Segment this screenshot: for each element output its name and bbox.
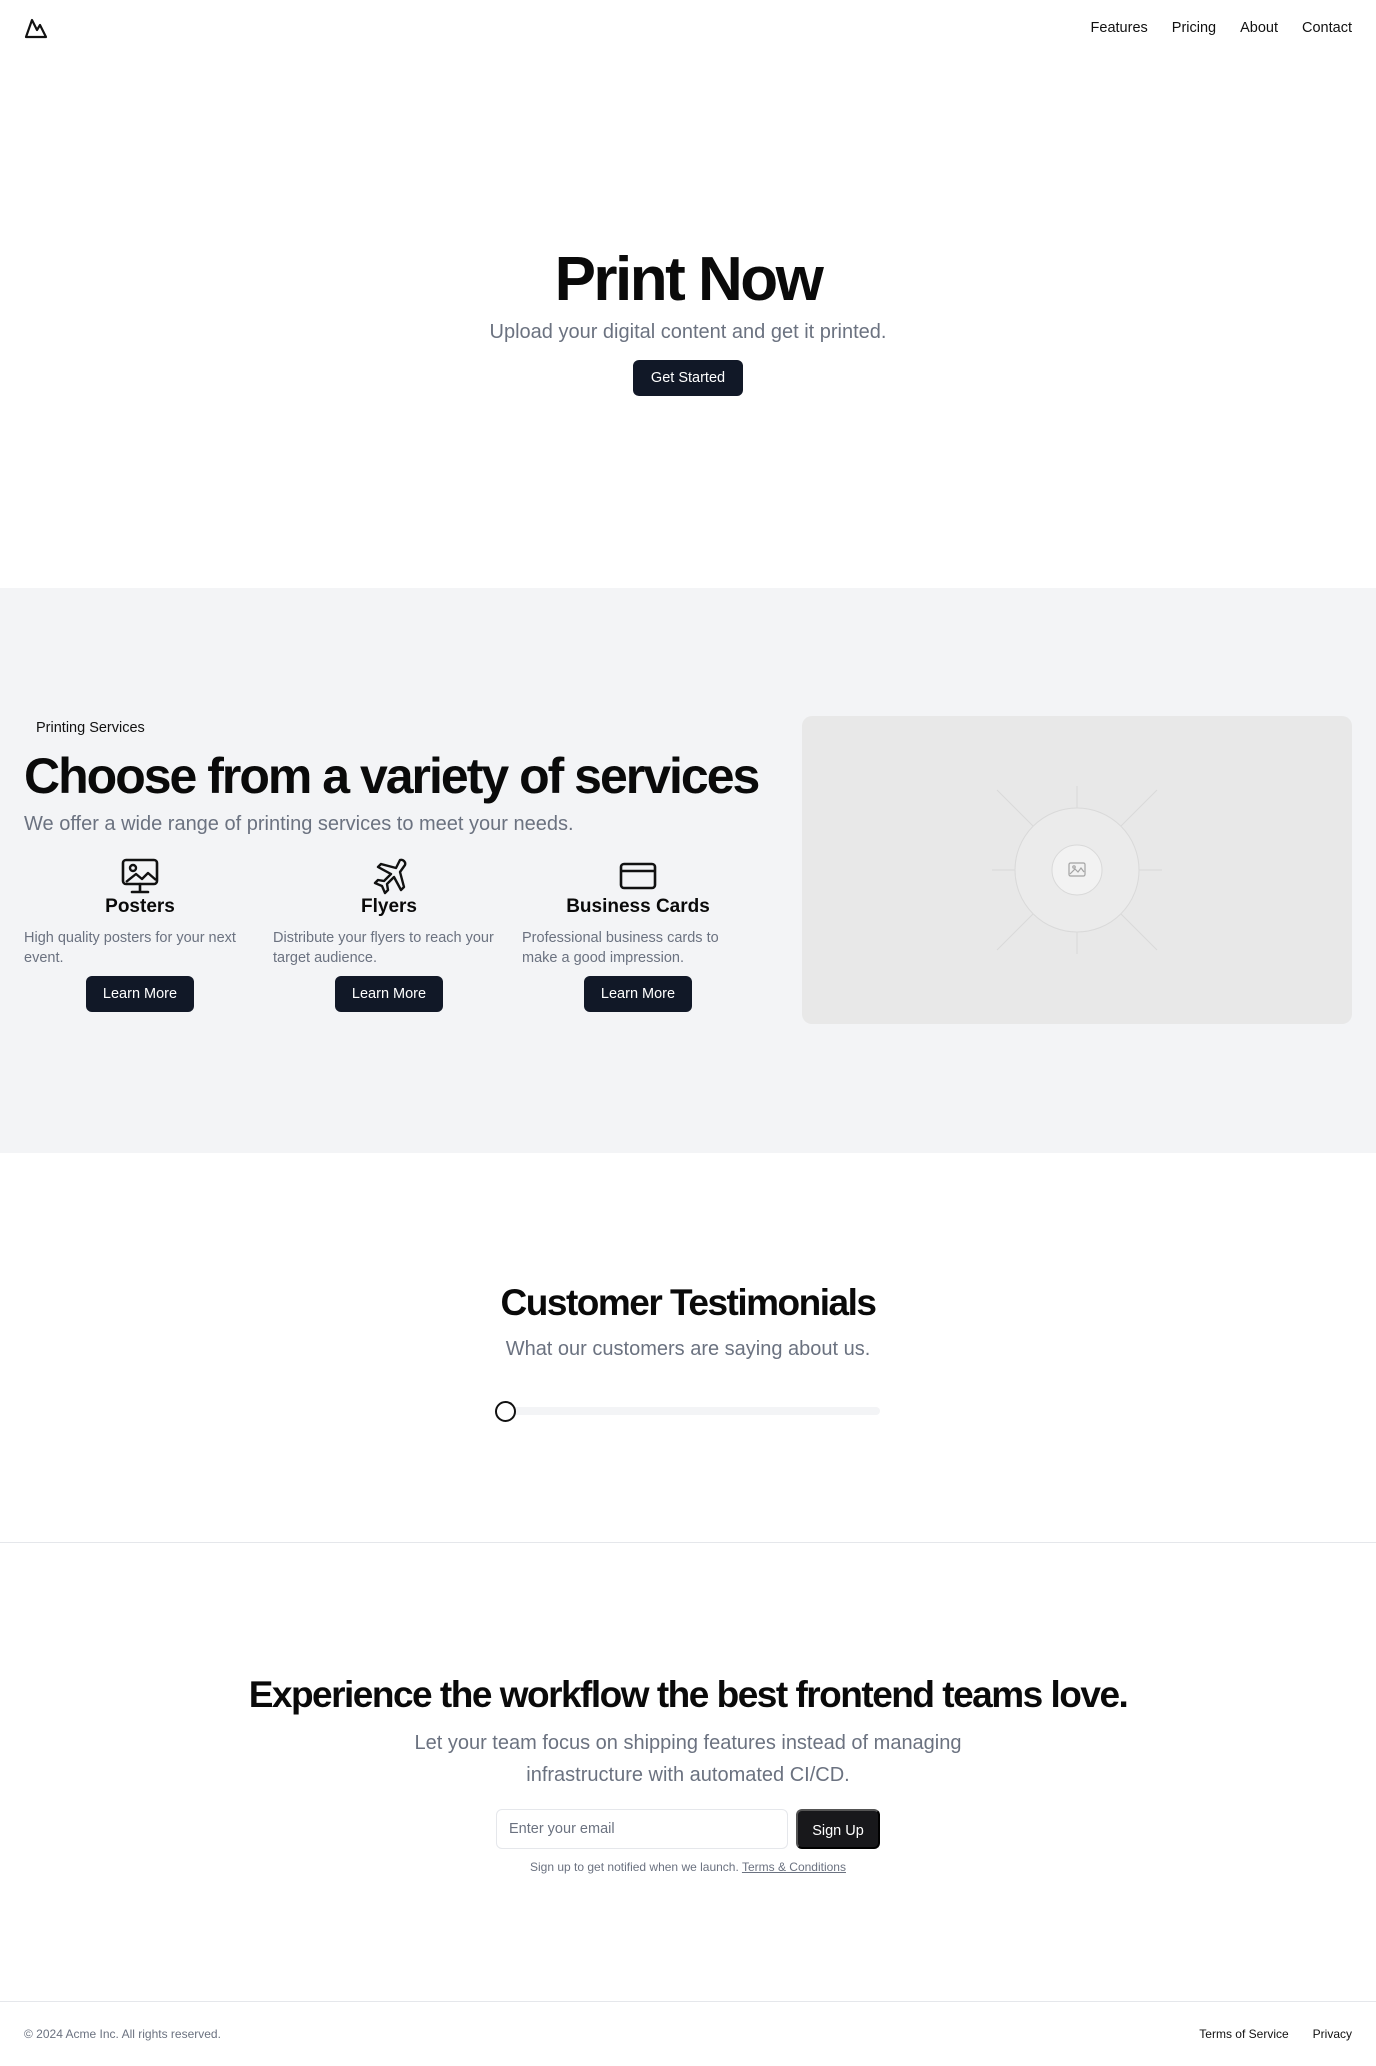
fine-print-text: Sign up to get notified when we launch.: [530, 1860, 739, 1874]
footer-nav: Terms of Service Privacy: [1199, 2026, 1352, 2042]
card-title: Flyers: [361, 896, 417, 917]
card-description: High quality posters for your next event…: [24, 930, 236, 966]
testimonial-slider-track[interactable]: [495, 1407, 880, 1415]
services-subtitle: We offer a wide range of printing servic…: [24, 813, 574, 835]
email-input[interactable]: [496, 1809, 788, 1849]
image-monitor-icon: [121, 858, 159, 894]
nav-pricing[interactable]: Pricing: [1172, 18, 1216, 38]
hero-section: Print Now Upload your digital content an…: [0, 56, 1376, 588]
service-card-posters: Posters High quality posters for your ne…: [24, 856, 256, 1036]
footer-terms-link[interactable]: Terms of Service: [1199, 2026, 1288, 2042]
testimonials-section: Customer Testimonials What our customers…: [0, 1153, 1376, 1543]
nav-about[interactable]: About: [1240, 18, 1278, 38]
card-title: Business Cards: [566, 896, 710, 917]
site-footer: © 2024 Acme Inc. All rights reserved. Te…: [0, 2001, 1376, 2066]
hero-title: Print Now: [554, 245, 824, 314]
mountain-icon: [24, 18, 48, 39]
site-header: Features Pricing About Contact: [0, 0, 1376, 56]
sign-up-button[interactable]: Sign Up: [796, 1809, 880, 1849]
testimonials-subtitle: What our customers are saying about us.: [505, 1338, 871, 1360]
nav-contact[interactable]: Contact: [1302, 18, 1352, 38]
signup-section: Experience the workflow the best fronten…: [0, 1543, 1376, 2001]
plane-icon: [373, 858, 407, 895]
main-nav: Features Pricing About Contact: [1091, 18, 1352, 38]
placeholder-pattern: [992, 786, 1162, 954]
testimonial-slider-thumb[interactable]: [495, 1401, 516, 1422]
learn-more-button[interactable]: Learn More: [335, 976, 443, 1012]
card-description: Distribute your flyers to reach your tar…: [273, 930, 494, 966]
footer-privacy-link[interactable]: Privacy: [1313, 2026, 1352, 2042]
service-cards: Posters High quality posters for your ne…: [24, 856, 770, 1036]
service-card-business-cards: Business Cards Professional business car…: [522, 856, 754, 1036]
cta-title: Experience the workflow the best fronten…: [248, 1674, 1129, 1715]
services-title: Choose from a variety of services: [24, 748, 760, 804]
cta-subtitle: Let your team focus on shipping features…: [414, 1732, 962, 1786]
get-started-button[interactable]: Get Started: [633, 360, 743, 396]
copyright-text: © 2024 Acme Inc. All rights reserved.: [24, 2027, 221, 2041]
nav-features[interactable]: Features: [1091, 18, 1148, 38]
signup-fine-print: Sign up to get notified when we launch. …: [0, 1859, 1376, 1875]
testimonials-title: Customer Testimonials: [500, 1282, 877, 1323]
services-badge: Printing Services: [36, 720, 145, 736]
credit-card-icon: [619, 862, 657, 890]
card-title: Posters: [105, 896, 175, 917]
learn-more-button[interactable]: Learn More: [584, 976, 692, 1012]
service-card-flyers: Flyers Distribute your flyers to reach y…: [273, 856, 505, 1036]
placeholder-image: [802, 716, 1352, 1024]
services-section: Printing Services Choose from a variety …: [0, 588, 1376, 1153]
card-description: Professional business cards to make a go…: [522, 930, 719, 966]
learn-more-button[interactable]: Learn More: [86, 976, 194, 1012]
terms-conditions-link[interactable]: Terms & Conditions: [742, 1860, 846, 1874]
hero-subtitle: Upload your digital content and get it p…: [489, 321, 887, 343]
